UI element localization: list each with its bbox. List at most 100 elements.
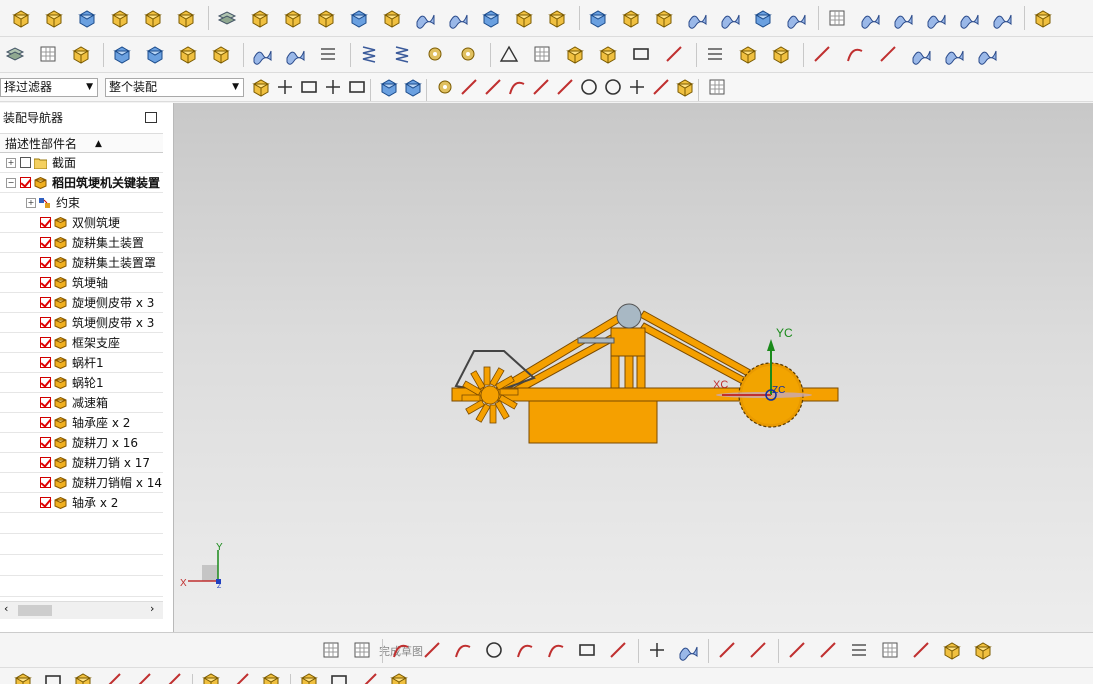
scrollbar-thumb[interactable]: [18, 605, 52, 616]
maximize-icon[interactable]: [145, 112, 157, 123]
scroll-left-icon[interactable]: ‹: [4, 602, 8, 615]
expand-toggle-icon[interactable]: +: [26, 198, 36, 208]
surface-icon[interactable]: [282, 42, 308, 66]
arc-icon[interactable]: [504, 75, 530, 99]
visibility-checkbox[interactable]: [40, 437, 51, 448]
bluecube-icon[interactable]: [346, 6, 372, 30]
bluecube-icon[interactable]: [585, 6, 611, 30]
cube-icon[interactable]: [175, 42, 201, 66]
line-icon[interactable]: [714, 638, 740, 662]
cube-icon[interactable]: [386, 669, 412, 684]
rect-icon[interactable]: [574, 638, 600, 662]
expand-toggle-icon[interactable]: −: [6, 178, 16, 188]
rect-icon[interactable]: [628, 42, 654, 66]
grid-icon[interactable]: [35, 42, 61, 66]
cube-icon[interactable]: [618, 6, 644, 30]
line-icon[interactable]: [228, 669, 254, 684]
cube-icon[interactable]: [107, 6, 133, 30]
arc-icon[interactable]: [543, 638, 569, 662]
surface-icon[interactable]: [684, 6, 710, 30]
tree-node[interactable]: − 稻田筑埂机关键装置: [0, 173, 163, 193]
visibility-checkbox[interactable]: [40, 357, 51, 368]
bluecube-icon[interactable]: [142, 42, 168, 66]
grid-icon[interactable]: [877, 638, 903, 662]
line-icon[interactable]: [745, 638, 771, 662]
gear-icon[interactable]: [432, 75, 458, 99]
stack-icon[interactable]: [214, 6, 240, 30]
tree-node[interactable]: 旋耕刀销 x 17: [0, 453, 163, 473]
visibility-checkbox[interactable]: [40, 217, 51, 228]
circle-icon[interactable]: [576, 75, 602, 99]
cube-icon[interactable]: [379, 6, 405, 30]
gear-icon[interactable]: [422, 42, 448, 66]
line-icon[interactable]: [528, 75, 554, 99]
cube-icon[interactable]: [939, 638, 965, 662]
cube-icon[interactable]: [651, 6, 677, 30]
line-icon[interactable]: [815, 638, 841, 662]
assembly-scope-dropdown[interactable]: 整个装配 ▼: [105, 78, 244, 97]
tree-node[interactable]: 减速箱: [0, 393, 163, 413]
grid-icon[interactable]: [349, 638, 375, 662]
line-icon[interactable]: [661, 42, 687, 66]
tree-node[interactable]: 旋耕集土装置罩: [0, 253, 163, 273]
bluecube-icon[interactable]: [74, 6, 100, 30]
cube-icon[interactable]: [280, 6, 306, 30]
surface-icon[interactable]: [974, 42, 1000, 66]
visibility-checkbox[interactable]: [40, 497, 51, 508]
arc-icon[interactable]: [512, 638, 538, 662]
line-icon[interactable]: [648, 75, 674, 99]
tree-node[interactable]: 旋耕集土装置: [0, 233, 163, 253]
line-icon[interactable]: [552, 75, 578, 99]
surface-icon[interactable]: [412, 6, 438, 30]
visibility-checkbox[interactable]: [40, 277, 51, 288]
lines-icon[interactable]: [846, 638, 872, 662]
cube-icon[interactable]: [70, 669, 96, 684]
visibility-checkbox[interactable]: [40, 477, 51, 488]
grid-icon[interactable]: [529, 42, 555, 66]
visibility-checkbox[interactable]: [40, 457, 51, 468]
cube-icon[interactable]: [10, 669, 36, 684]
surface-icon[interactable]: [249, 42, 275, 66]
surface-icon[interactable]: [783, 6, 809, 30]
surface-icon[interactable]: [717, 6, 743, 30]
visibility-checkbox[interactable]: [40, 337, 51, 348]
line-icon[interactable]: [784, 638, 810, 662]
cube-icon[interactable]: [198, 669, 224, 684]
tri-icon[interactable]: [496, 42, 522, 66]
line-icon[interactable]: [419, 638, 445, 662]
line-icon[interactable]: [908, 638, 934, 662]
grid-icon[interactable]: [318, 638, 344, 662]
lines-icon[interactable]: [315, 42, 341, 66]
surface-icon[interactable]: [908, 42, 934, 66]
selection-filter-dropdown[interactable]: 择过滤器 ▼: [0, 78, 98, 97]
tree-node[interactable]: 轴承座 x 2: [0, 413, 163, 433]
visibility-checkbox[interactable]: [40, 317, 51, 328]
cube-icon[interactable]: [140, 6, 166, 30]
bluecube-icon[interactable]: [750, 6, 776, 30]
visibility-checkbox[interactable]: [40, 417, 51, 428]
visibility-checkbox[interactable]: [40, 297, 51, 308]
line-icon[interactable]: [875, 42, 901, 66]
line-icon[interactable]: [480, 75, 506, 99]
plus-icon[interactable]: [644, 638, 670, 662]
line-icon[interactable]: [100, 669, 126, 684]
tree-node[interactable]: 双侧筑埂: [0, 213, 163, 233]
cube-icon[interactable]: [296, 669, 322, 684]
tree-node[interactable]: 旋埂侧皮带 x 3: [0, 293, 163, 313]
visibility-checkbox[interactable]: [40, 237, 51, 248]
visibility-checkbox[interactable]: [20, 177, 31, 188]
bluecube-icon[interactable]: [376, 75, 402, 99]
cube-icon[interactable]: [768, 42, 794, 66]
cube-icon[interactable]: [595, 42, 621, 66]
cube-icon[interactable]: [173, 6, 199, 30]
cube-icon[interactable]: [313, 6, 339, 30]
navigator-column-header[interactable]: 描述性部件名 ▲: [0, 133, 163, 153]
surface-icon[interactable]: [445, 6, 471, 30]
gear-icon[interactable]: [455, 42, 481, 66]
tree-node[interactable]: 筑埂侧皮带 x 3: [0, 313, 163, 333]
surface-icon[interactable]: [956, 6, 982, 30]
cube-icon[interactable]: [41, 6, 67, 30]
tree-node[interactable]: 旋耕刀销帽 x 14: [0, 473, 163, 493]
grid-icon[interactable]: [824, 6, 850, 30]
tree-node[interactable]: 蜗杆1: [0, 353, 163, 373]
